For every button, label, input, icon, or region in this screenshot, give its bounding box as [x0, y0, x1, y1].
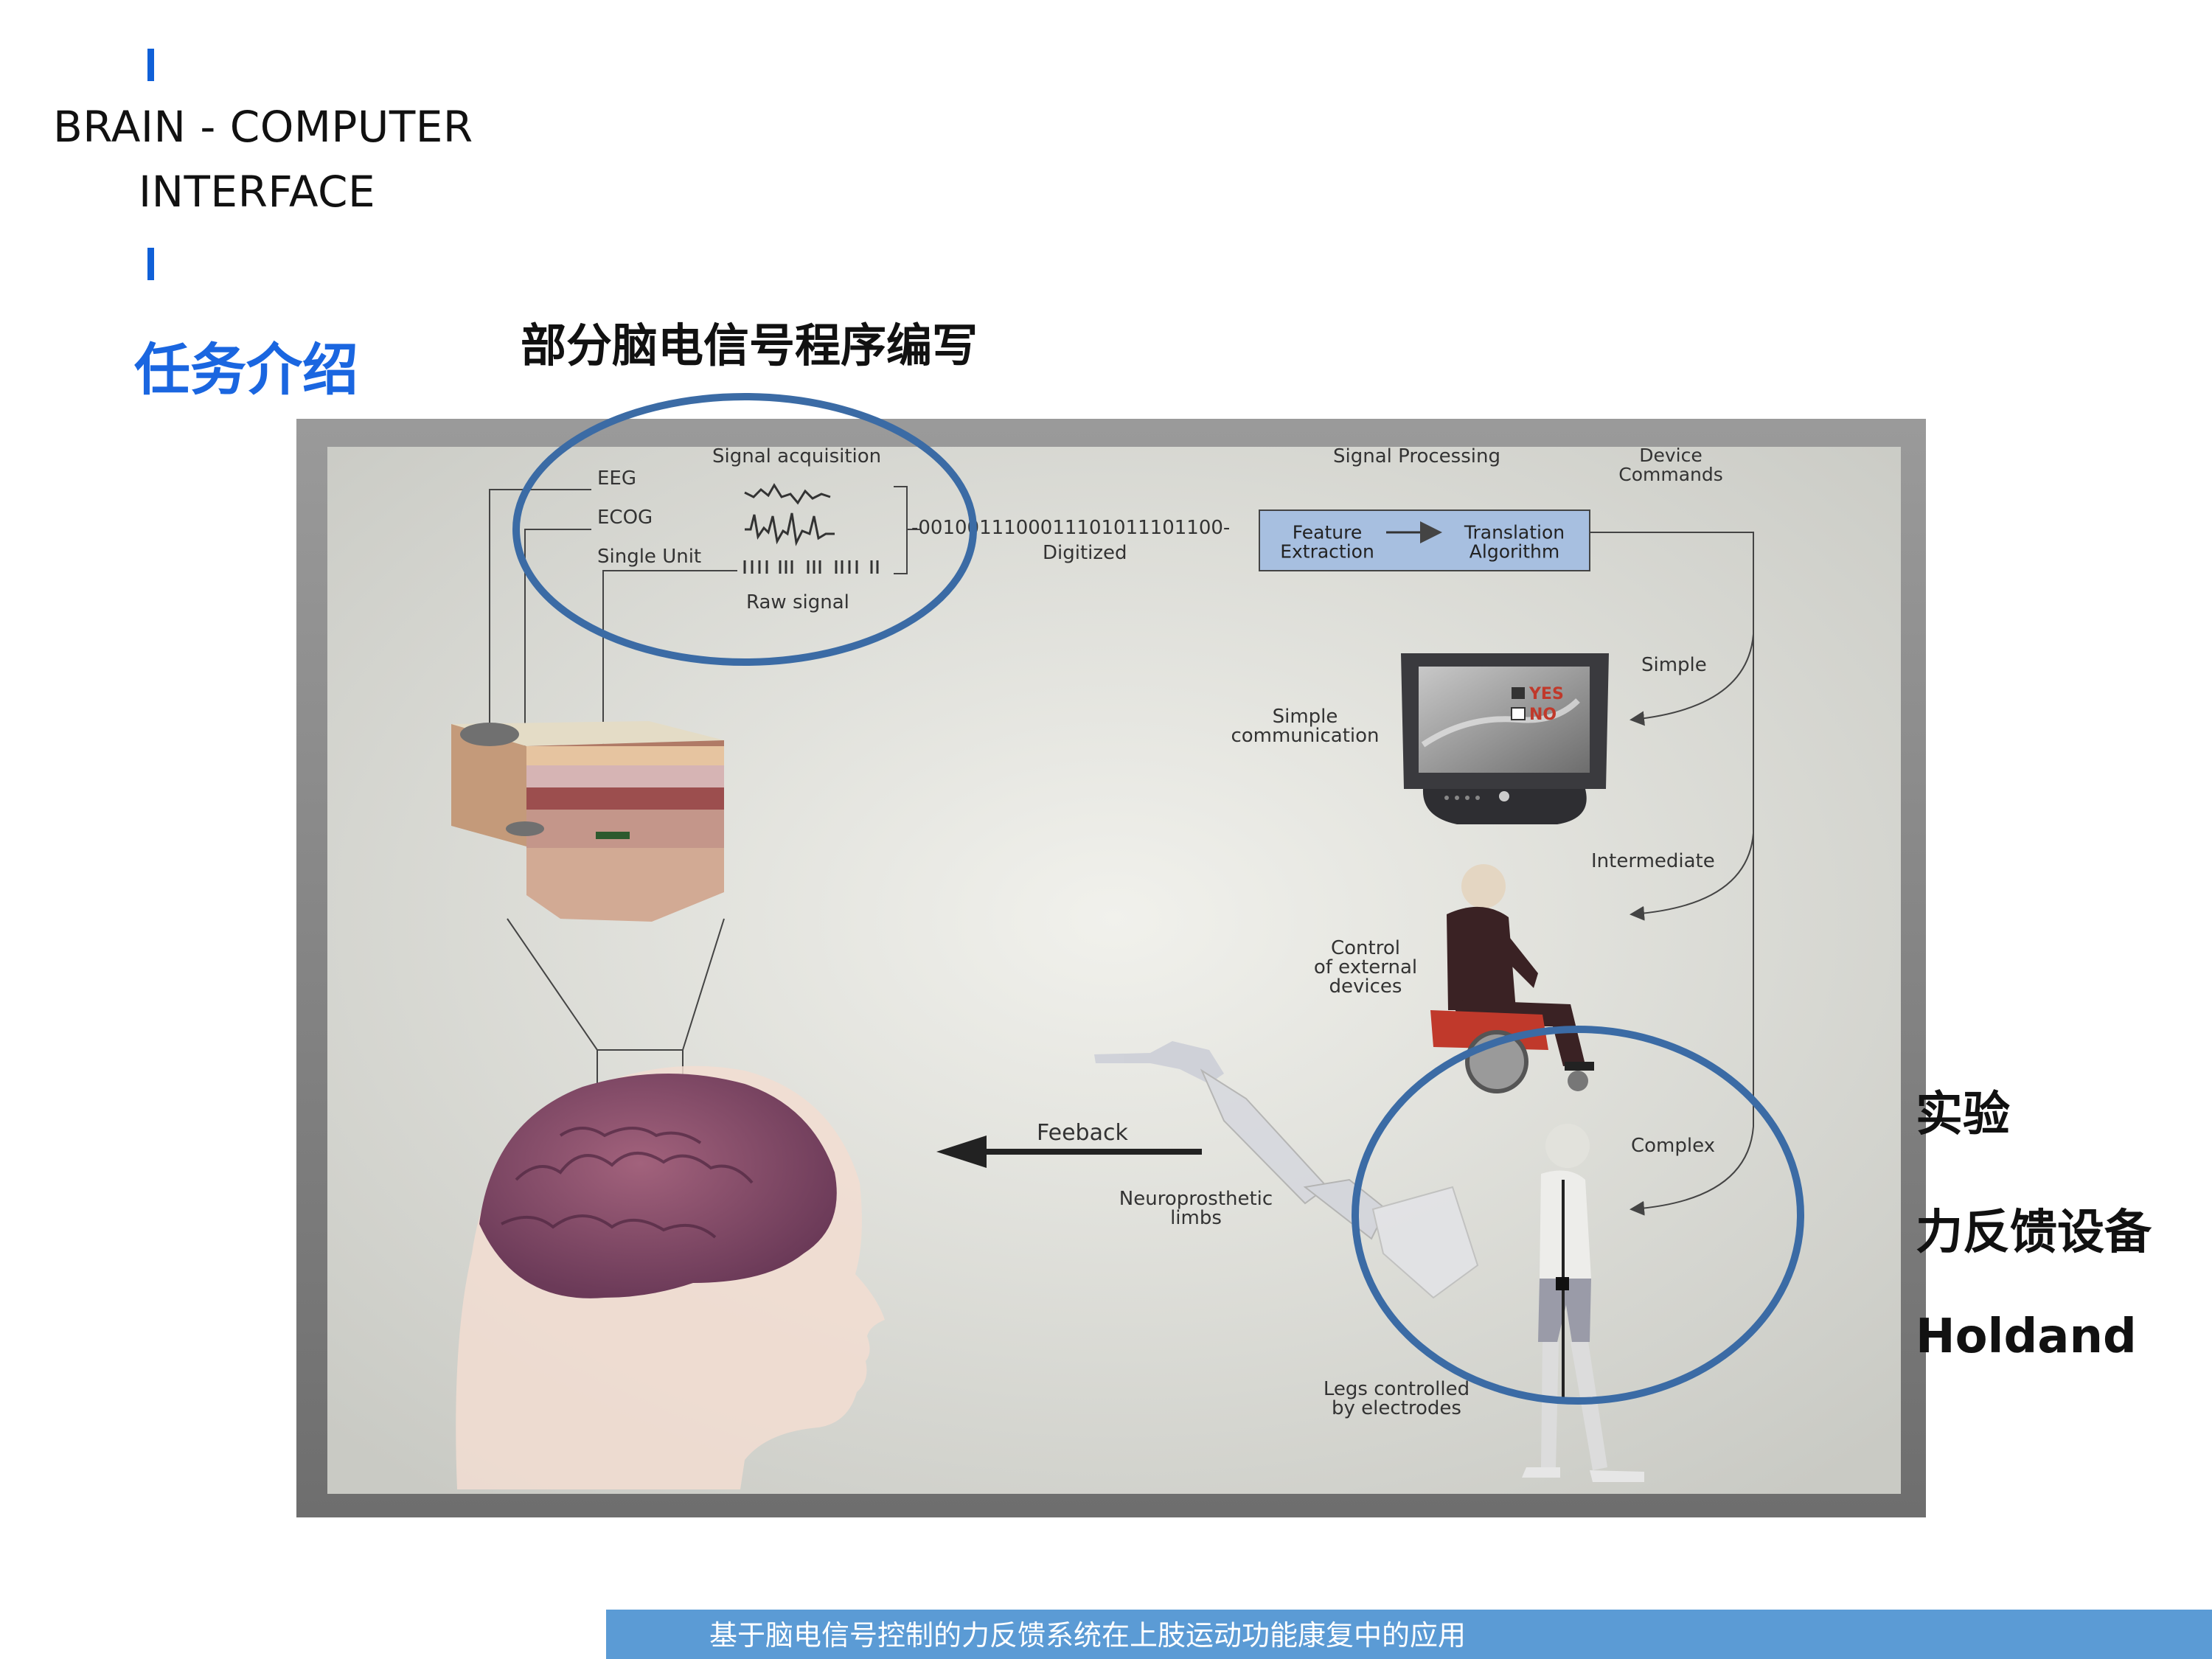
binary-stream: -0010011100011101011101100- [911, 517, 1230, 539]
label-legs-2: by electrodes [1332, 1397, 1461, 1419]
label-feature-extraction-2: Extraction [1280, 540, 1374, 562]
label-control-3: devices [1329, 975, 1402, 998]
label-translation-algorithm-2: Algorithm [1470, 540, 1559, 562]
head-illustration [456, 1065, 885, 1489]
label-eeg: EEG [597, 467, 636, 490]
monitor-illustration [1401, 653, 1609, 824]
label-complex: Complex [1631, 1135, 1715, 1157]
label-simple-communication-2: communication [1231, 725, 1379, 747]
label-neuro-2: limbs [1170, 1207, 1222, 1229]
footer-text: 基于脑电信号控制的力反馈系统在上肢运动功能康复中的应用 [709, 1619, 1467, 1652]
label-translation-algorithm-1: Translation [1464, 521, 1565, 543]
label-signal-processing: Signal Processing [1333, 445, 1500, 467]
side-label-holdand: Holdand [1916, 1310, 2137, 1364]
label-simple: Simple [1641, 654, 1707, 676]
label-device-commands-1: Device [1639, 445, 1703, 466]
label-intermediate: Intermediate [1591, 850, 1715, 872]
label-feature-extraction-1: Feature [1293, 521, 1362, 543]
label-signal-acquisition: Signal acquisition [712, 445, 881, 467]
label-raw-signal: Raw signal [746, 591, 849, 613]
bci-diagram: Signal acquisition EEG ECOG Single Unit … [296, 393, 1926, 1517]
label-feedback: Feeback [1037, 1120, 1128, 1146]
label-ecog: ECOG [597, 507, 653, 529]
label-digitized: Digitized [1043, 542, 1127, 564]
label-single-unit: Single Unit [597, 546, 701, 568]
label-no: NO [1529, 706, 1557, 724]
side-label-force-feedback: 力反馈设备 [1916, 1206, 2152, 1260]
label-device-commands-2: Commands [1618, 464, 1723, 485]
label-yes: YES [1528, 685, 1564, 703]
side-label-experiment: 实验 [1916, 1088, 2010, 1142]
